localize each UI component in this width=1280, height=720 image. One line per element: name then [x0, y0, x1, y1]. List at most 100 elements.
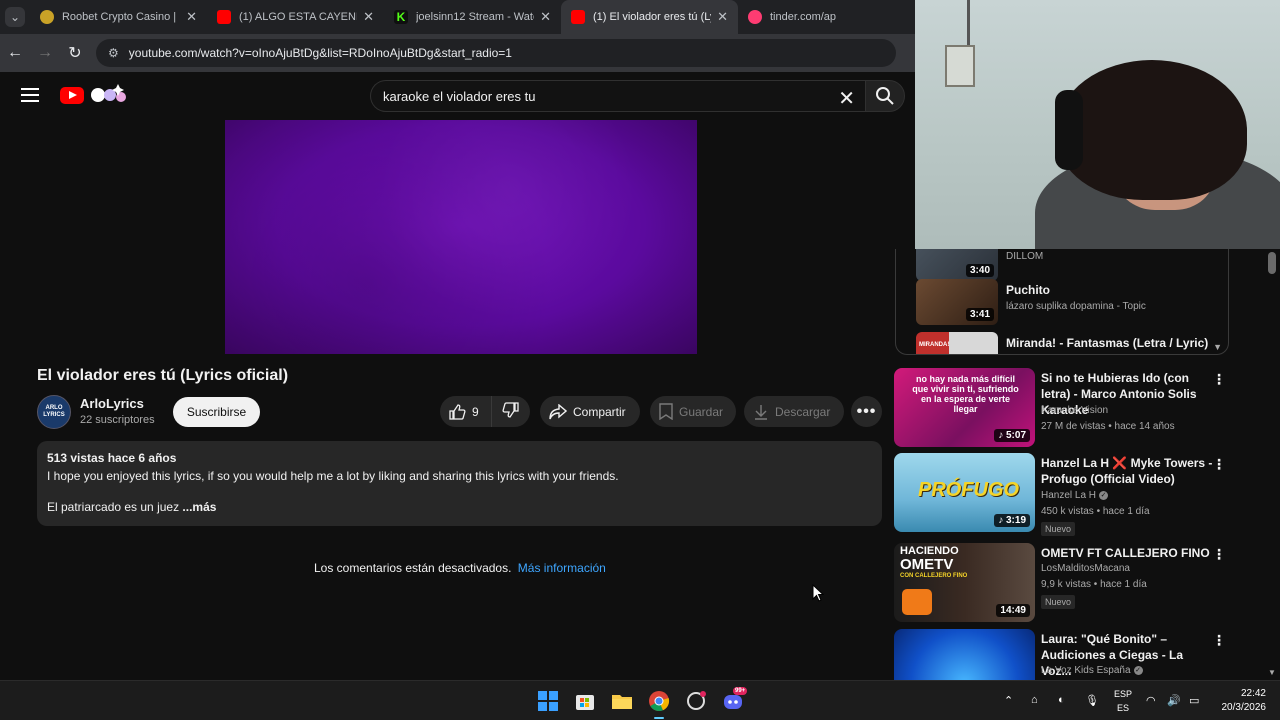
volume-icon[interactable]: 🔊: [1167, 694, 1181, 707]
channel-name[interactable]: ArloLyrics: [80, 396, 144, 411]
clear-search-icon[interactable]: ✕: [838, 86, 855, 111]
recommendation-channel[interactable]: Hanzel La H ✓: [1041, 489, 1109, 503]
tab-kick[interactable]: K joelsinn12 Stream - Watch Live ✕: [384, 0, 561, 34]
tab-title: tinder.com/ap: [769, 11, 837, 23]
like-button[interactable]: 9: [440, 396, 492, 427]
recommendation-stats: 27 M de vistas • hace 14 años: [1041, 421, 1175, 432]
doodle-icon[interactable]: [88, 84, 132, 106]
queue-item[interactable]: 3:40 DILLOM: [916, 249, 1226, 283]
browser-toolbar: ← → ↻ ⚙ youtube.com/watch?v=oInoAjuBtDg&…: [0, 34, 915, 72]
recommendation-stats: 450 k vistas • hace 1 día: [1041, 506, 1150, 517]
recommendation-item[interactable]: PRÓFUGO ♪ 3:19 Hanzel La H ❌ Myke Towers…: [894, 453, 1234, 536]
headset-icon: [1055, 90, 1083, 170]
streamer-hair: [1057, 60, 1247, 200]
language-indicator[interactable]: ESP ES: [1112, 687, 1134, 715]
wifi-icon[interactable]: ◠: [1146, 694, 1156, 707]
more-vertical-icon[interactable]: ⋮: [1212, 546, 1226, 563]
save-label: Guardar: [679, 404, 724, 419]
recommendation-channel[interactable]: Karaoke Vision: [1041, 404, 1108, 418]
view-count-date: 513 vistas hace 6 años: [47, 451, 177, 465]
recommendation-item[interactable]: Laura: "Qué Bonito" – Audiciones a Ciega…: [894, 629, 1234, 680]
search-button[interactable]: [865, 80, 905, 112]
more-vertical-icon[interactable]: ⋮: [1212, 632, 1226, 649]
search-input[interactable]: [383, 88, 823, 104]
close-icon[interactable]: ✕: [363, 9, 374, 25]
menu-icon[interactable]: [21, 88, 39, 102]
chatgpt-icon[interactable]: [685, 690, 707, 712]
search-icon: [876, 87, 894, 105]
download-icon: [755, 404, 767, 420]
recommendation-channel[interactable]: LosMalditosMacana: [1041, 562, 1130, 576]
chevron-up-icon[interactable]: ⌃: [1004, 694, 1013, 707]
more-vertical-icon[interactable]: ⋮: [1212, 456, 1226, 473]
windows-start-icon[interactable]: [537, 690, 559, 712]
file-explorer-icon[interactable]: [611, 690, 633, 712]
share-button[interactable]: Compartir: [540, 396, 640, 427]
more-info-link[interactable]: Más información: [518, 561, 606, 575]
recommendation-item[interactable]: no hay nada más difícil que vivir sin ti…: [894, 368, 1234, 448]
video-player[interactable]: [225, 120, 697, 354]
youtube-masthead: ✕: [0, 72, 915, 120]
close-icon[interactable]: ✕: [186, 9, 197, 25]
thumbs-down-icon: [502, 402, 519, 418]
show-more-link[interactable]: ...más: [182, 500, 216, 514]
save-button[interactable]: Guardar: [650, 396, 736, 427]
microsoft-store-icon[interactable]: [574, 690, 596, 712]
thumbs-up-icon: [449, 403, 466, 420]
thumbnail-text: CON CALLEJERO FINO: [900, 573, 968, 579]
tab-tinder[interactable]: tinder.com/ap: [738, 0, 915, 34]
queue-item[interactable]: MIRANDA! Miranda! - Fantasmas (Letra / L…: [916, 332, 1226, 354]
close-icon[interactable]: ✕: [717, 9, 728, 25]
close-icon[interactable]: ✕: [540, 9, 551, 25]
queue-thumbnail: 3:40: [916, 249, 998, 281]
back-icon[interactable]: ←: [0, 44, 30, 62]
reload-icon[interactable]: ↻: [60, 43, 90, 63]
verified-icon: ✓: [1099, 490, 1109, 500]
steam-icon[interactable]: ◐: [1058, 694, 1065, 706]
microphone-icon[interactable]: 🎙: [1085, 694, 1099, 707]
queue-item[interactable]: 3:41 Puchito lázaro suplika dopamina - T…: [916, 279, 1226, 327]
queue-scrollbar[interactable]: [1268, 252, 1276, 274]
active-app-indicator: [654, 717, 664, 719]
video-title: El violador eres tú (Lyrics oficial): [37, 367, 289, 384]
search-box: ✕: [370, 80, 865, 112]
description-line: El patriarcado es un juez: [47, 500, 180, 514]
address-bar[interactable]: ⚙ youtube.com/watch?v=oInoAjuBtDg&list=R…: [96, 39, 896, 67]
chrome-icon[interactable]: [648, 690, 670, 712]
tab-youtube-algo[interactable]: (1) ALGO ESTA CAYENDO AQUI ✕: [207, 0, 384, 34]
chevron-down-icon: ⌄: [4, 7, 25, 27]
queue-title: Miranda! - Fantasmas (Letra / Lyric): [1006, 336, 1209, 350]
recommendation-thumbnail: HACIENDO OMETV CON CALLEJERO FINO 14:49: [894, 543, 1035, 622]
roobet-favicon-icon: [39, 10, 54, 24]
subscribe-button[interactable]: Suscribirse: [173, 397, 260, 427]
description-box[interactable]: 513 vistas hace 6 años I hope you enjoye…: [37, 441, 882, 526]
duration-badge: 14:49: [996, 604, 1030, 617]
download-button[interactable]: Descargar: [744, 396, 844, 427]
more-vertical-icon[interactable]: ⋮: [1212, 371, 1226, 388]
game-controller-icon[interactable]: ⌂: [1031, 694, 1038, 706]
recommendation-item[interactable]: HACIENDO OMETV CON CALLEJERO FINO 14:49 …: [894, 543, 1234, 623]
channel-avatar[interactable]: ARLO LYRICS: [37, 395, 71, 429]
clock[interactable]: 22:42 20/3/2026: [1216, 687, 1267, 715]
more-actions-button[interactable]: •••: [851, 396, 882, 427]
youtube-logo-icon[interactable]: [60, 87, 84, 104]
tab-title: (1) El violador eres tú (Lyrics ofic: [592, 11, 711, 23]
mouse-cursor-icon: [812, 584, 824, 602]
recommendation-channel[interactable]: La Voz Kids España ✓: [1041, 664, 1143, 678]
queue-thumbnail: 3:41: [916, 279, 998, 325]
like-dislike-group: 9: [440, 396, 530, 427]
tab-search-button[interactable]: ⌄: [0, 0, 30, 34]
forward-icon[interactable]: →: [30, 44, 60, 62]
like-count: 9: [472, 404, 479, 419]
battery-icon[interactable]: ▭: [1189, 694, 1199, 707]
dislike-button[interactable]: [492, 401, 520, 422]
thumbnail-text: OMETV: [900, 556, 954, 573]
time-text: 22:42: [1240, 688, 1266, 699]
chevron-down-icon[interactable]: ▼: [1213, 342, 1222, 352]
tab-youtube-active[interactable]: (1) El violador eres tú (Lyrics ofic ✕: [560, 0, 738, 34]
tab-roobet[interactable]: Roobet Crypto Casino | Best Bit ✕: [30, 0, 207, 34]
thumbnail-text: PRÓFUGO: [918, 479, 1020, 501]
scroll-down-icon[interactable]: ▼: [1268, 668, 1276, 677]
description-preview: El patriarcado es un juez ...más: [47, 500, 872, 514]
site-settings-icon[interactable]: ⚙: [108, 46, 119, 60]
